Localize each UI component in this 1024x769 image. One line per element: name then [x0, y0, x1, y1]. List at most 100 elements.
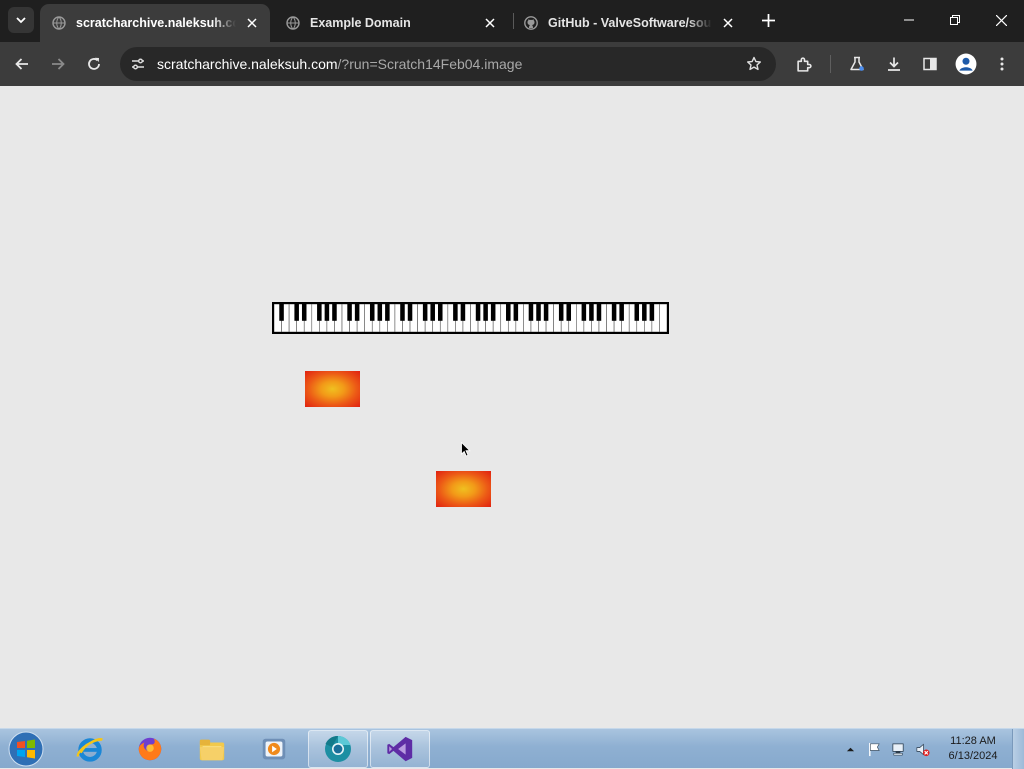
piano-black-key[interactable] — [279, 304, 284, 321]
firefox-icon — [138, 737, 162, 761]
tab-search-button[interactable] — [8, 7, 34, 33]
taskbar-visual-studio[interactable] — [370, 730, 430, 768]
globe-icon — [286, 16, 300, 30]
sprite-square-1[interactable] — [305, 371, 360, 407]
piano-black-key[interactable] — [490, 304, 496, 321]
piano-black-key[interactable] — [317, 304, 322, 321]
piano-black-key[interactable] — [589, 304, 594, 321]
chevron-down-icon — [16, 17, 26, 24]
piano-black-key[interactable] — [385, 304, 390, 321]
taskbar: 11:28 AM 6/13/2024 — [0, 728, 1024, 769]
piano-black-key[interactable] — [332, 304, 337, 321]
site-info-icon[interactable] — [128, 54, 148, 74]
piano-white-key[interactable] — [659, 304, 667, 332]
restore-icon — [950, 15, 960, 25]
side-panel-icon — [923, 57, 937, 71]
piano-black-key[interactable] — [324, 304, 330, 321]
browser-toolbar: scratcharchive.naleksuh.com/?run=Scratch… — [0, 42, 1024, 86]
page-content — [0, 86, 1024, 728]
close-icon — [995, 14, 1007, 26]
volume-muted-icon[interactable] — [914, 741, 930, 757]
tab-title: scratcharchive.naleksuh.com/?run=Scratch… — [76, 16, 236, 30]
close-window-button[interactable] — [978, 0, 1024, 40]
piano-black-key[interactable] — [566, 304, 572, 321]
mouse-cursor-icon — [461, 442, 471, 457]
extensions-button[interactable] — [790, 50, 818, 78]
piano-black-key[interactable] — [506, 304, 511, 321]
piano-black-key[interactable] — [536, 304, 541, 321]
taskbar-chromium[interactable] — [308, 730, 368, 768]
back-icon — [15, 58, 28, 70]
forward-button[interactable] — [44, 50, 72, 78]
piano-black-key[interactable] — [422, 304, 428, 321]
piano-black-key[interactable] — [407, 304, 413, 321]
piano-black-key[interactable] — [453, 304, 458, 321]
restore-button[interactable] — [932, 0, 978, 40]
piano-black-key[interactable] — [642, 304, 647, 321]
piano-black-key[interactable] — [483, 304, 488, 321]
github-icon — [524, 16, 538, 30]
piano-black-key[interactable] — [581, 304, 587, 321]
piano-black-key[interactable] — [369, 304, 375, 321]
close-tab-icon[interactable] — [244, 15, 260, 31]
network-icon[interactable] — [890, 741, 906, 757]
taskbar-firefox[interactable] — [120, 730, 180, 768]
close-tab-icon[interactable] — [720, 15, 736, 31]
piano-black-key[interactable] — [430, 304, 435, 321]
extensions-icon — [796, 56, 812, 72]
labs-button[interactable] — [843, 50, 871, 78]
menu-button[interactable] — [988, 50, 1016, 78]
piano-black-key[interactable] — [528, 304, 534, 321]
piano-black-key[interactable] — [611, 304, 617, 321]
action-center-flag-icon[interactable] — [866, 741, 882, 757]
tab-github[interactable]: GitHub - ValveSoftware/source-sdk-2013 — [512, 4, 746, 42]
taskbar-internet-explorer[interactable] — [60, 730, 120, 768]
taskbar-file-explorer[interactable] — [182, 730, 242, 768]
reload-button[interactable] — [80, 50, 108, 78]
tab-title: GitHub - ValveSoftware/source-sdk-2013 — [548, 16, 712, 30]
profile-button[interactable] — [952, 50, 980, 78]
piano-black-key[interactable] — [460, 304, 466, 321]
forward-icon — [52, 58, 65, 70]
piano-black-key[interactable] — [513, 304, 519, 321]
piano-black-key[interactable] — [558, 304, 564, 321]
new-tab-button[interactable] — [757, 9, 779, 31]
close-tab-icon[interactable] — [482, 15, 498, 31]
piano-black-key[interactable] — [634, 304, 640, 321]
system-clock[interactable]: 11:28 AM 6/13/2024 — [940, 734, 1006, 764]
tab-scratcharchive[interactable]: scratcharchive.naleksuh.com/?run=Scratch… — [40, 4, 270, 42]
tab-example-domain[interactable]: Example Domain — [274, 4, 508, 42]
url-text[interactable]: scratcharchive.naleksuh.com/?run=Scratch… — [157, 56, 522, 72]
download-button[interactable] — [880, 50, 908, 78]
back-button[interactable] — [8, 50, 36, 78]
taskbar-media-player[interactable] — [244, 730, 304, 768]
internet-explorer-icon — [76, 738, 103, 762]
windows-start-icon — [8, 731, 44, 767]
piano-black-key[interactable] — [649, 304, 655, 321]
piano-black-key[interactable] — [438, 304, 443, 321]
address-bar[interactable]: scratcharchive.naleksuh.com/?run=Scratch… — [120, 47, 776, 81]
piano-black-key[interactable] — [543, 304, 549, 321]
piano-black-key[interactable] — [400, 304, 405, 321]
clock-time: 11:28 AM — [950, 735, 996, 747]
piano-keyboard[interactable] — [272, 302, 669, 334]
sprite-square-2[interactable] — [436, 471, 491, 507]
show-desktop-button[interactable] — [1012, 729, 1024, 769]
piano-black-key[interactable] — [619, 304, 624, 321]
piano-black-key[interactable] — [596, 304, 602, 321]
system-tray — [842, 729, 938, 769]
piano-black-key[interactable] — [294, 304, 299, 321]
side-panel-button[interactable] — [916, 50, 944, 78]
bookmark-star-icon[interactable] — [744, 54, 764, 74]
piano-black-key[interactable] — [377, 304, 383, 321]
minimize-icon — [904, 19, 914, 21]
minimize-button[interactable] — [886, 0, 932, 40]
piano-black-key[interactable] — [301, 304, 307, 321]
piano-black-key[interactable] — [475, 304, 481, 321]
download-icon — [888, 57, 900, 71]
piano-black-key[interactable] — [347, 304, 352, 321]
piano-keys[interactable] — [274, 304, 667, 332]
piano-black-key[interactable] — [354, 304, 360, 321]
start-button[interactable] — [6, 730, 46, 768]
show-hidden-icons[interactable] — [842, 741, 858, 757]
